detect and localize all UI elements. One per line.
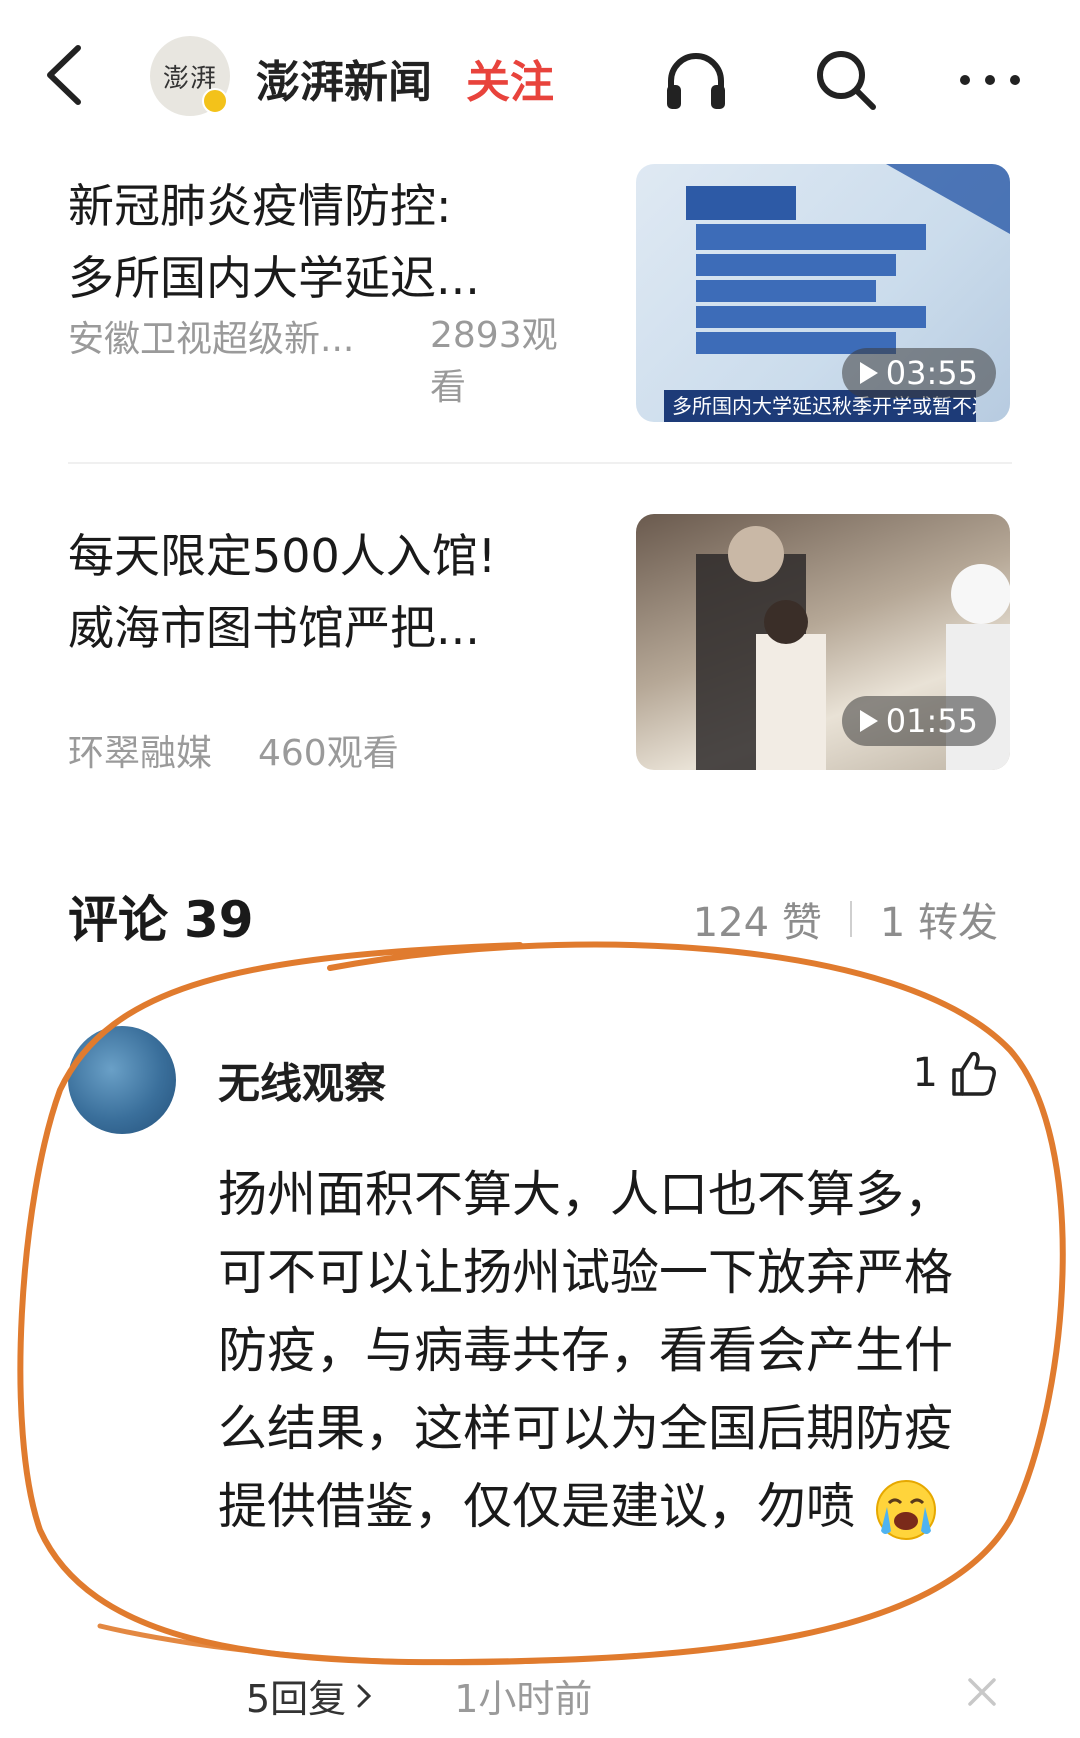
channel-name[interactable]: 澎湃新闻 — [256, 46, 432, 110]
commenter-avatar[interactable] — [68, 1026, 176, 1134]
search-button[interactable] — [806, 40, 886, 120]
comments-header: 评论 39 124 赞 1 转发 — [0, 880, 1080, 960]
news-source: 安徽卫视超级新... — [68, 319, 355, 360]
more-icon — [960, 75, 1020, 85]
play-icon — [859, 710, 878, 732]
more-button[interactable] — [950, 40, 1030, 120]
divider — [68, 462, 1012, 464]
news-title-line: 每天限定500人入馆! — [68, 529, 497, 583]
dismiss-button[interactable] — [962, 1672, 1002, 1712]
comment-time: 1小时前 — [454, 1677, 593, 1721]
duration-text: 03:55 — [885, 354, 978, 392]
duration-badge: 01:55 — [841, 696, 996, 746]
stats-divider — [849, 901, 852, 937]
back-button[interactable] — [40, 40, 90, 110]
comment-footer: 5回复 1小时前 — [246, 1668, 592, 1723]
listen-button[interactable] — [656, 40, 736, 120]
search-icon — [817, 51, 876, 110]
commenter-name[interactable]: 无线观察 — [218, 1050, 386, 1111]
comment-text: 扬州面积不算大，人口也不算多，可不可以让扬州试验一下放弃严格防疫，与病毒共存，看… — [218, 1156, 988, 1546]
duration-badge: 03:55 — [841, 348, 996, 398]
close-icon — [968, 1678, 996, 1706]
comments-title: 评论 39 — [68, 880, 254, 952]
comments-count: 39 — [184, 891, 254, 949]
news-title: 新冠肺炎疫情防控: 多所国内大学延迟... — [68, 170, 568, 314]
news-title: 每天限定500人入馆! 威海市图书馆严把... — [68, 520, 568, 664]
related-news-item[interactable]: 新冠肺炎疫情防控: 多所国内大学延迟... 安徽卫视超级新... 2893观看 … — [0, 150, 1080, 450]
follow-button[interactable]: 关注 — [466, 46, 554, 110]
news-source: 环翠融媒 — [68, 733, 213, 774]
verified-badge — [202, 88, 228, 114]
post-stats: 124 赞 1 转发 — [693, 890, 998, 948]
play-icon — [859, 362, 878, 384]
thumbs-up-icon — [952, 1051, 996, 1096]
news-title-line: 威海市图书馆严把... — [68, 601, 480, 655]
news-title-line: 多所国内大学延迟... — [68, 251, 480, 305]
comment-like-count: 1 — [912, 1050, 938, 1096]
comment-item: 无线观察 1 扬州面积不算大，人口也不算多，可不可以让扬州试验一下放弃严格防疫，… — [0, 1020, 1080, 1723]
news-views: 2893观看 — [430, 315, 558, 408]
comment-like-button[interactable]: 1 — [913, 1048, 998, 1098]
replies-count: 5回复 — [246, 1677, 347, 1721]
news-views: 460观看 — [258, 733, 399, 774]
news-title-line: 新冠肺炎疫情防控: — [68, 179, 452, 233]
related-news-item[interactable]: 每天限定500人入馆! 威海市图书馆严把... 环翠融媒 460观看 01:55 — [0, 500, 1080, 790]
chevron-left-icon — [47, 45, 81, 105]
replies-link[interactable]: 5回复 — [246, 1668, 374, 1723]
comment-body: 扬州面积不算大，人口也不算多，可不可以让扬州试验一下放弃严格防疫，与病毒共存，看… — [218, 1166, 954, 1535]
headphones-icon — [667, 53, 725, 109]
shares-count[interactable]: 1 转发 — [880, 890, 998, 948]
top-bar: 澎湃 澎湃新闻 关注 — [0, 0, 1080, 150]
likes-count[interactable]: 124 赞 — [693, 890, 822, 948]
chevron-right-icon — [357, 1684, 372, 1707]
channel-avatar[interactable]: 澎湃 — [150, 36, 230, 116]
video-thumbnail[interactable]: 多所国内大学延迟秋季开学或暂不返校 03:55 — [636, 164, 1010, 422]
crying-emoji-icon — [875, 1479, 936, 1540]
video-thumbnail[interactable]: 01:55 — [636, 514, 1010, 770]
duration-text: 01:55 — [885, 702, 978, 740]
comments-label: 评论 — [68, 891, 168, 949]
